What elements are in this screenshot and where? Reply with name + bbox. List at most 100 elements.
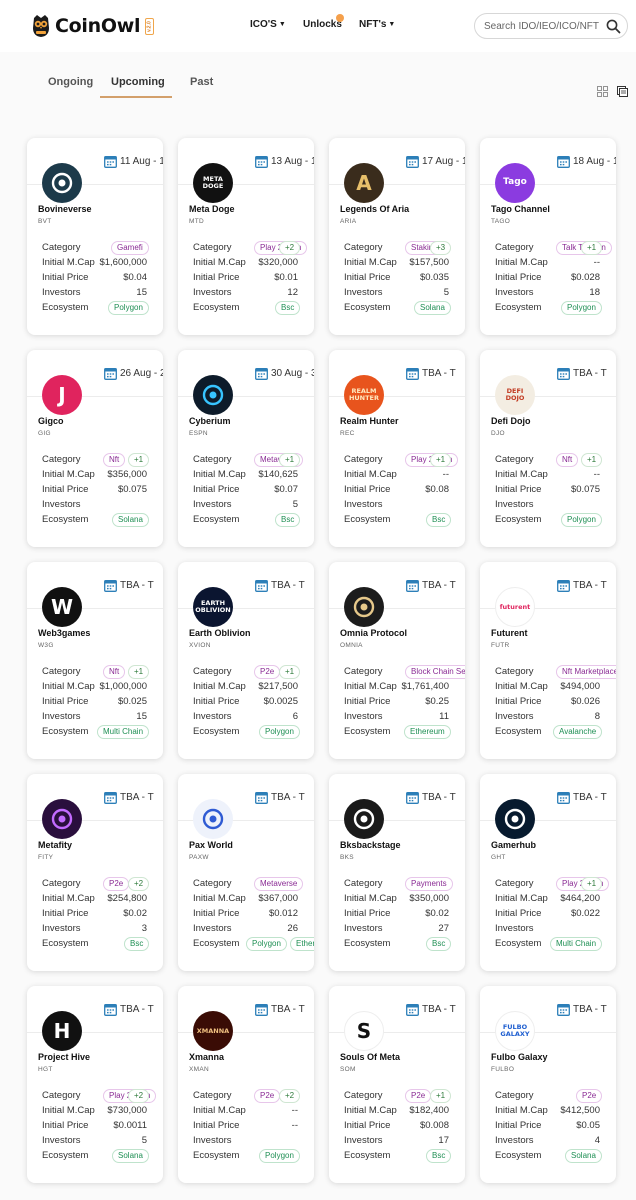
more-categories-badge[interactable]: +3 (430, 241, 452, 255)
ico-card[interactable]: 17 Aug - 1 A Legends Of Aria ARIA Category In… (329, 138, 465, 335)
tab-ongoing[interactable]: Ongoing (48, 76, 93, 88)
ico-card[interactable]: TBA - T FULBO GALAXY Fulbo Galaxy FULBO Cate… (480, 986, 616, 1183)
token-name[interactable]: Defi Dojo (491, 416, 531, 426)
ico-card[interactable]: 30 Aug - 31 Cyberium ESPN Category Initial M… (178, 350, 314, 547)
nav-nfts[interactable]: NFT's ▼ (359, 19, 395, 30)
category-badge[interactable]: Payments (405, 877, 453, 891)
token-name[interactable]: Fulbo Galaxy (491, 1052, 548, 1062)
more-categories-badge[interactable]: +2 (279, 241, 301, 255)
investors-label: Investors (495, 1135, 534, 1146)
ico-card[interactable]: TBA - T Bksbackstage BKS Category Initial M.… (329, 774, 465, 971)
token-name[interactable]: Bksbackstage (340, 840, 401, 850)
ico-card[interactable]: TBA - T Omnia Protocol OMNIA Category Initia… (329, 562, 465, 759)
ecosystem-badge[interactable]: Bsc (426, 513, 452, 527)
more-categories-badge[interactable]: +2 (279, 1089, 301, 1103)
coinowl-logo[interactable]: CoinOwl v.2.0 (31, 12, 155, 40)
token-name[interactable]: Pax World (189, 840, 233, 850)
ecosystem-badge[interactable]: Polygon (246, 937, 287, 951)
category-badge[interactable]: Nft (556, 453, 579, 467)
category-badge[interactable]: P2e (576, 1089, 603, 1103)
ico-card[interactable]: TBA - T Metafity FITY Category Initial M.Cap… (27, 774, 163, 971)
search-icon[interactable] (606, 19, 621, 34)
ecosystem-badge[interactable]: Avalanche (553, 725, 603, 739)
token-name[interactable]: Realm Hunter (340, 416, 399, 426)
token-name[interactable]: Meta Doge (189, 204, 235, 214)
ecosystem-badge[interactable]: Solana (112, 1149, 149, 1163)
token-name[interactable]: Souls Of Meta (340, 1052, 400, 1062)
more-categories-badge[interactable]: +1 (581, 877, 603, 891)
ico-card[interactable]: 26 Aug - 28 J Gigco GIG Category Initial M.Ca… (27, 350, 163, 547)
ecosystem-badge[interactable]: Polygon (259, 1149, 300, 1163)
ecosystem-badge[interactable]: Bsc (124, 937, 150, 951)
ecosystem-badge[interactable]: Bsc (275, 513, 301, 527)
ecosystem-label: Ecosystem (42, 1150, 89, 1161)
ecosystem-badge[interactable]: Solana (565, 1149, 602, 1163)
category-badge[interactable]: Nft (103, 665, 126, 679)
token-name[interactable]: Metafity (38, 840, 72, 850)
ico-card[interactable]: TBA - T REALM HUNTER Realm Hunter REC Catego… (329, 350, 465, 547)
ecosystem-badge[interactable]: Bsc (275, 301, 301, 315)
ico-card[interactable]: 11 Aug - 1 Bovineverse BVT Category Initial … (27, 138, 163, 335)
more-categories-badge[interactable]: +1 (128, 453, 150, 467)
ecosystem-badge[interactable]: Solana (414, 301, 451, 315)
more-categories-badge[interactable]: +2 (128, 1089, 150, 1103)
card-view-icon[interactable] (617, 86, 628, 97)
token-name[interactable]: Omnia Protocol (340, 628, 407, 638)
ecosystem-badge[interactable]: Polygon (561, 301, 602, 315)
more-categories-badge[interactable]: +1 (581, 241, 603, 255)
category-badge[interactable]: P2e (254, 1089, 281, 1103)
token-name[interactable]: Futurent (491, 628, 528, 638)
more-categories-badge[interactable]: +1 (279, 453, 301, 467)
tab-past[interactable]: Past (190, 76, 213, 88)
ico-card[interactable]: TBA - T Pax World PAXW Category Initial M.Ca… (178, 774, 314, 971)
ico-card[interactable]: TBA - T S Souls Of Meta SOM Category Initial … (329, 986, 465, 1183)
ecosystem-badge[interactable]: Ethereum (404, 725, 451, 739)
token-name[interactable]: Gamerhub (491, 840, 536, 850)
ico-card[interactable]: TBA - T futurent Futurent FUTR Category Initi… (480, 562, 616, 759)
category-badge[interactable]: P2e (405, 1089, 432, 1103)
ecosystem-badge[interactable]: Polygon (561, 513, 602, 527)
more-categories-badge[interactable]: +1 (279, 665, 301, 679)
token-name[interactable]: Bovineverse (38, 204, 92, 214)
ico-card[interactable]: TBA - T EARTH OBLIVION Earth Oblivion XVION… (178, 562, 314, 759)
token-name[interactable]: Xmanna (189, 1052, 224, 1062)
grid-view-icon[interactable] (597, 86, 608, 97)
ico-card[interactable]: 18 Aug - 1 Tago Tago Channel TAGO Category In… (480, 138, 616, 335)
token-name[interactable]: Legends Of Aria (340, 204, 409, 214)
token-name[interactable]: Cyberium (189, 416, 231, 426)
category-badge[interactable]: Metaverse (254, 877, 304, 891)
category-badge[interactable]: Block Chain Service (405, 665, 465, 679)
category-badge[interactable]: P2e (254, 665, 281, 679)
ico-card[interactable]: TBA - T W Web3games W3G Category Initial M.Ca… (27, 562, 163, 759)
ecosystem-badge[interactable]: Multi Chain (550, 937, 603, 951)
more-categories-badge[interactable]: +2 (128, 877, 150, 891)
more-categories-badge[interactable]: +1 (430, 1089, 452, 1103)
ecosystem-badge[interactable]: Multi Chain (97, 725, 150, 739)
ico-card[interactable]: TBA - T Gamerhub GHT Category Initial M.Cap I… (480, 774, 616, 971)
token-name[interactable]: Web3games (38, 628, 90, 638)
more-categories-badge[interactable]: +1 (128, 665, 150, 679)
ecosystem-badge[interactable]: Solana (112, 513, 149, 527)
more-categories-badge[interactable]: +1 (581, 453, 603, 467)
search-input[interactable]: Search IDO/IEO/ICO/NFT (474, 13, 628, 39)
category-badge[interactable]: Gamefi (111, 241, 149, 255)
category-badge[interactable]: Nft Marketplace (556, 665, 616, 679)
token-name[interactable]: Project Hive (38, 1052, 90, 1062)
ecosystem-badge[interactable]: Polygon (108, 301, 149, 315)
ecosystem-badge[interactable]: Ethere (290, 937, 314, 951)
token-name[interactable]: Tago Channel (491, 204, 550, 214)
more-categories-badge[interactable]: +1 (430, 453, 452, 467)
ico-card[interactable]: TBA - T XMANNA Xmanna XMAN Category Initial M… (178, 986, 314, 1183)
ico-card[interactable]: 13 Aug - 14 META DOGE Meta Doge MTD Category… (178, 138, 314, 335)
ecosystem-badge[interactable]: Polygon (259, 725, 300, 739)
ecosystem-badge[interactable]: Bsc (426, 1149, 452, 1163)
token-name[interactable]: Earth Oblivion (189, 628, 251, 638)
nav-icos[interactable]: ICO'S ▼ (250, 19, 286, 30)
token-name[interactable]: Gigco (38, 416, 64, 426)
category-badge[interactable]: Nft (103, 453, 126, 467)
ecosystem-badge[interactable]: Bsc (426, 937, 452, 951)
ico-card[interactable]: TBA - T H Project Hive HGT Category Initial M… (27, 986, 163, 1183)
ico-card[interactable]: TBA - T DEFI DOJO Defi Dojo DJO Category Init… (480, 350, 616, 547)
tab-upcoming[interactable]: Upcoming (111, 76, 165, 88)
category-badge[interactable]: P2e (103, 877, 130, 891)
